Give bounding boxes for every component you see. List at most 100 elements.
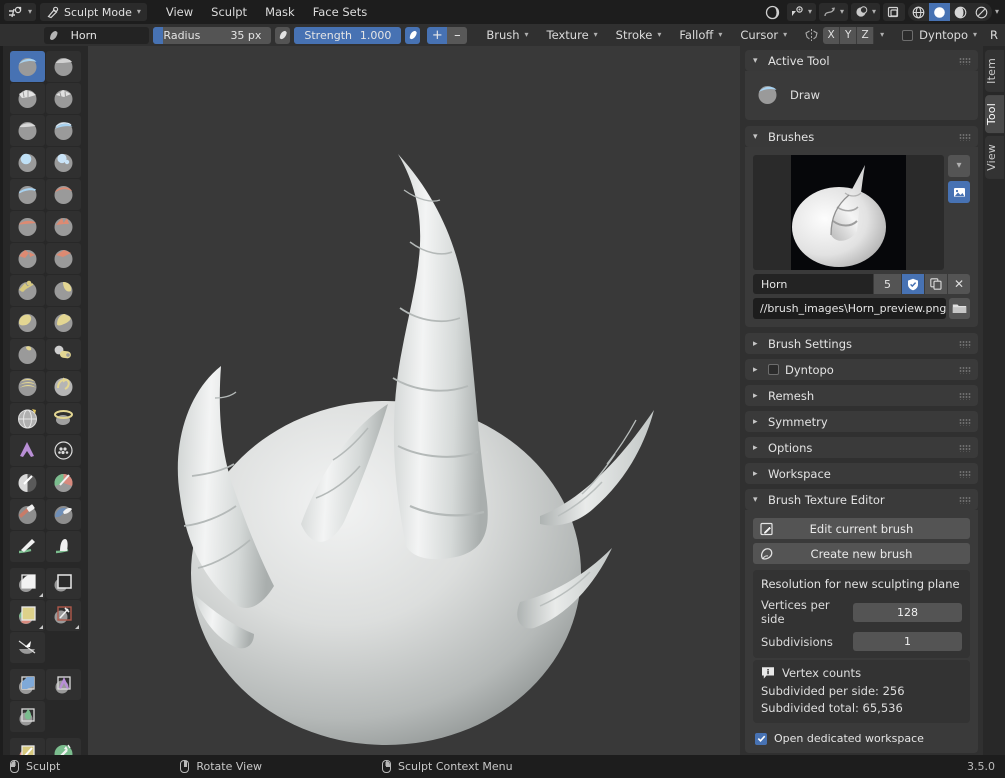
- dyntopo-menu[interactable]: Dyntopo ▾: [919, 27, 984, 44]
- symmetry-axis-z[interactable]: Z: [857, 27, 874, 44]
- panel-header-workspace[interactable]: ▸ Workspace: [745, 463, 978, 484]
- open-workspace-checkbox[interactable]: [755, 733, 767, 745]
- panel-header-dyntopo[interactable]: ▸ Dyntopo: [745, 359, 978, 380]
- tool-draw-face-sets[interactable]: [46, 467, 81, 498]
- tool-box-mask[interactable]: [10, 568, 45, 599]
- stroke-menu[interactable]: Stroke ▾: [609, 27, 669, 44]
- panel-header-options[interactable]: ▸ Options: [745, 437, 978, 458]
- brush-user-count[interactable]: 5: [874, 274, 901, 294]
- tool-blob[interactable]: [46, 147, 81, 178]
- shading-rendered[interactable]: [971, 3, 992, 21]
- brush-list-dropdown[interactable]: ▾: [948, 155, 970, 177]
- tool-slide-relax[interactable]: [10, 403, 45, 434]
- tool-crease[interactable]: [10, 179, 45, 210]
- tool-layer[interactable]: [46, 115, 81, 146]
- radius-slider[interactable]: Radius 35 px: [153, 27, 271, 44]
- tool-nudge[interactable]: [10, 371, 45, 402]
- tool-rotate[interactable]: [46, 371, 81, 402]
- tool-paint[interactable]: [10, 531, 45, 562]
- strength-pressure-toggle[interactable]: [405, 27, 420, 44]
- visibility-selector[interactable]: ▾: [787, 3, 816, 21]
- tool-boundary[interactable]: [46, 403, 81, 434]
- brush-duplicate-button[interactable]: [925, 274, 947, 294]
- viewport-shading-preview[interactable]: [761, 3, 784, 21]
- tool-box-trim[interactable]: [46, 600, 81, 631]
- tool-pinch[interactable]: [10, 275, 45, 306]
- tool-clay[interactable]: [10, 83, 45, 114]
- panel-grip[interactable]: [959, 418, 971, 425]
- strength-slider[interactable]: Strength 1.000: [294, 27, 401, 44]
- brush-name-field[interactable]: Horn: [753, 274, 873, 294]
- menu-mask[interactable]: Mask: [256, 3, 304, 21]
- tool-pose[interactable]: [46, 339, 81, 370]
- chevron-down-icon[interactable]: ▾: [995, 8, 999, 16]
- editor-type-selector[interactable]: ▾: [4, 3, 36, 21]
- symmetry-axis-y[interactable]: Y: [840, 27, 857, 44]
- panel-grip[interactable]: [959, 340, 971, 347]
- tool-multiplane-scrape[interactable]: [46, 243, 81, 274]
- panel-grip[interactable]: [959, 133, 971, 140]
- symmetry-options-dropdown[interactable]: ▾: [874, 27, 890, 44]
- tool-line-project[interactable]: [10, 632, 45, 663]
- remesh-menu-truncated[interactable]: R: [988, 27, 1005, 44]
- snapping-selector[interactable]: ▾: [819, 3, 848, 21]
- brush-image-toggle[interactable]: [948, 181, 970, 203]
- overlays-toggle[interactable]: [883, 3, 905, 21]
- tool-clay-thumb[interactable]: [10, 115, 45, 146]
- tool-snake-hook[interactable]: [46, 307, 81, 338]
- tool-color-filter[interactable]: [10, 701, 45, 732]
- tab-tool[interactable]: Tool: [985, 95, 1004, 133]
- brush-selector[interactable]: Horn: [44, 27, 149, 44]
- tool-draw-sharp[interactable]: [46, 51, 81, 82]
- 3d-viewport[interactable]: [88, 46, 740, 755]
- tool-cloth[interactable]: [10, 435, 45, 466]
- vertices-per-side-field[interactable]: 128: [853, 603, 962, 622]
- shading-material-preview[interactable]: [950, 3, 971, 21]
- panel-header-brush-settings[interactable]: ▸ Brush Settings: [745, 333, 978, 354]
- menu-view[interactable]: View: [157, 3, 202, 21]
- panel-header-brush-texture-editor[interactable]: ▾ Brush Texture Editor: [745, 489, 978, 510]
- texture-menu[interactable]: Texture ▾: [540, 27, 605, 44]
- tool-grab[interactable]: [46, 275, 81, 306]
- menu-face-sets[interactable]: Face Sets: [304, 3, 377, 21]
- direction-subtract-button[interactable]: –: [447, 27, 467, 44]
- brush-image-path-field[interactable]: //brush_images\Horn_preview.png: [753, 298, 946, 319]
- tool-scrape[interactable]: [10, 243, 45, 274]
- open-dedicated-workspace-row[interactable]: Open dedicated workspace: [753, 732, 970, 745]
- tool-elastic-deform[interactable]: [10, 307, 45, 338]
- tool-multires-displacement-smear[interactable]: [46, 499, 81, 530]
- tool-mesh-filter[interactable]: [10, 669, 45, 700]
- panel-grip[interactable]: [959, 470, 971, 477]
- tool-cloth-filter[interactable]: [46, 669, 81, 700]
- panel-grip[interactable]: [959, 57, 971, 64]
- dyntopo-checkbox[interactable]: [902, 30, 913, 41]
- direction-add-button[interactable]: +: [427, 27, 447, 44]
- subdivisions-field[interactable]: 1: [853, 632, 962, 651]
- shading-wireframe[interactable]: [908, 3, 929, 21]
- tool-draw[interactable]: [10, 51, 45, 82]
- brush-delete-button[interactable]: ✕: [948, 274, 970, 294]
- brush-preview-thumbnail[interactable]: [753, 155, 944, 270]
- panel-header-remesh[interactable]: ▸ Remesh: [745, 385, 978, 406]
- tool-multires-displacement-eraser[interactable]: [10, 499, 45, 530]
- tool-thumb[interactable]: [10, 339, 45, 370]
- dyntopo-panel-checkbox[interactable]: [768, 364, 779, 375]
- tool-smear[interactable]: [46, 531, 81, 562]
- panel-header-active-tool[interactable]: ▾ Active Tool: [745, 50, 978, 71]
- tool-fill[interactable]: [46, 211, 81, 242]
- active-tool-row[interactable]: Draw: [753, 77, 970, 112]
- tool-inflate[interactable]: [10, 147, 45, 178]
- tool-smooth[interactable]: [46, 179, 81, 210]
- tab-item[interactable]: Item: [985, 50, 1004, 92]
- brush-image-browse-button[interactable]: [949, 298, 970, 319]
- tab-view[interactable]: View: [985, 136, 1004, 179]
- shading-solid[interactable]: [929, 3, 950, 21]
- radius-pressure-toggle[interactable]: [275, 27, 290, 44]
- tool-flatten[interactable]: [10, 211, 45, 242]
- tool-clay-strips[interactable]: [46, 83, 81, 114]
- panel-header-symmetry[interactable]: ▸ Symmetry: [745, 411, 978, 432]
- cursor-menu[interactable]: Cursor ▾: [733, 27, 794, 44]
- panel-grip[interactable]: [959, 392, 971, 399]
- panel-grip[interactable]: [959, 496, 971, 503]
- falloff-menu[interactable]: Falloff ▾: [672, 27, 729, 44]
